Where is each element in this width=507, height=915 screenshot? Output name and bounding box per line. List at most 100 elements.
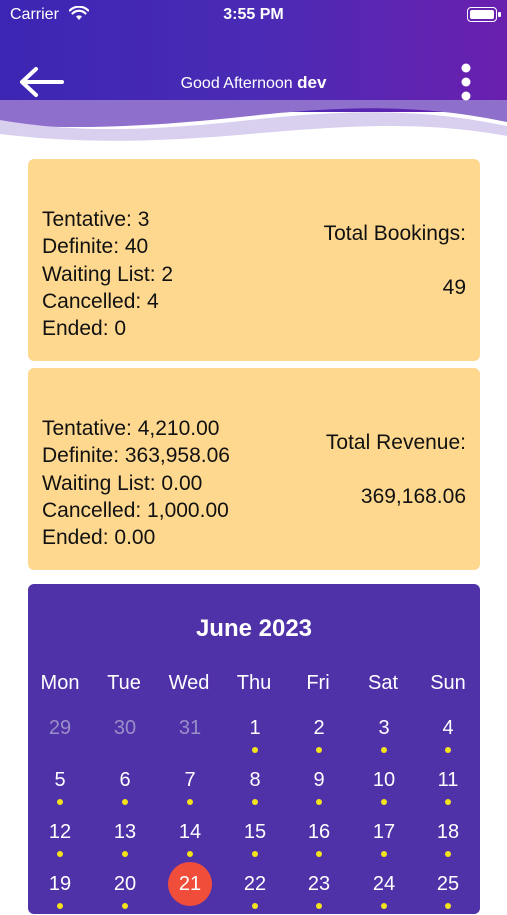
calendar-day[interactable]: 17 xyxy=(362,819,406,863)
battery-icon xyxy=(467,7,501,22)
calendar-day[interactable]: 5 xyxy=(38,767,82,811)
revenue-summary-card[interactable]: Tentative: 4,210.00 Definite: 363,958.06… xyxy=(28,368,480,570)
calendar-day[interactable]: 3 xyxy=(362,715,406,759)
bookings-waiting-list: Waiting List: 2 xyxy=(42,262,174,286)
calendar-day[interactable]: 11 xyxy=(426,767,470,811)
bookings-definite: Definite: 40 xyxy=(42,235,149,259)
calendar-day[interactable]: 2 xyxy=(297,715,341,759)
event-dot-icon xyxy=(187,851,193,857)
event-dot-icon xyxy=(445,851,451,857)
calendar-day-number: 9 xyxy=(313,769,325,791)
calendar-day[interactable]: 12 xyxy=(38,819,82,863)
calendar-day-number: 22 xyxy=(243,873,267,895)
calendar-day[interactable]: 1 xyxy=(233,715,277,759)
greeting-title: Good Afternoon dev xyxy=(0,73,507,93)
event-dot-icon xyxy=(445,903,451,909)
calendar-day-number: 7 xyxy=(184,769,196,791)
calendar-day[interactable]: 22 xyxy=(233,871,277,915)
status-time: 3:55 PM xyxy=(223,6,284,23)
calendar-day[interactable]: 25 xyxy=(426,871,470,915)
event-dot-icon xyxy=(252,747,258,753)
calendar-day-number: 14 xyxy=(178,821,202,843)
total-bookings-label: Total Bookings: xyxy=(323,222,466,245)
app-header: Carrier 3:55 PM Good Afternoon dev xyxy=(0,0,507,160)
event-dot-icon xyxy=(252,903,258,909)
event-dot-icon xyxy=(57,903,63,909)
calendar-day-number: 16 xyxy=(307,821,331,843)
calendar-day[interactable]: 8 xyxy=(233,767,277,811)
calendar-day-number: 29 xyxy=(48,717,72,739)
calendar-weekday-header: Mon Tue Wed Thu Fri Sat Sun xyxy=(28,672,480,698)
calendar-day-number: 6 xyxy=(119,769,131,791)
calendar-day[interactable]: 9 xyxy=(297,767,341,811)
event-dot-icon xyxy=(316,799,322,805)
event-dot-icon xyxy=(381,799,387,805)
status-bar: Carrier 3:55 PM xyxy=(0,0,507,32)
calendar-day[interactable]: 23 xyxy=(297,871,341,915)
bookings-tentative: Tentative: 3 xyxy=(42,208,150,231)
calendar-day-number: 1 xyxy=(249,717,261,739)
event-dot-icon xyxy=(381,903,387,909)
header-wave xyxy=(0,100,507,141)
more-menu-button[interactable] xyxy=(452,62,480,102)
calendar-day-number: 2 xyxy=(313,717,325,739)
booking-calendar: June 2023 Mon Tue Wed Thu Fri Sat Sun 29… xyxy=(28,584,480,914)
calendar-day[interactable]: 19 xyxy=(38,871,82,915)
calendar-day[interactable]: 14 xyxy=(168,819,212,863)
event-dot-icon xyxy=(122,903,128,909)
total-revenue-value: 369,168.06 xyxy=(360,485,466,508)
calendar-day[interactable]: 18 xyxy=(426,819,470,863)
calendar-day[interactable]: 29 xyxy=(38,715,82,759)
calendar-day[interactable]: 10 xyxy=(362,767,406,811)
calendar-day-number: 4 xyxy=(442,717,454,739)
weekday-label: Wed xyxy=(168,672,210,694)
event-dot-icon xyxy=(252,799,258,805)
calendar-day-number: 23 xyxy=(307,873,331,895)
revenue-cancelled: Cancelled: 1,000.00 xyxy=(42,498,229,522)
calendar-day[interactable]: 4 xyxy=(426,715,470,759)
event-dot-icon xyxy=(316,747,322,753)
calendar-day-number: 18 xyxy=(436,821,460,843)
calendar-day[interactable]: 7 xyxy=(168,767,212,811)
calendar-day[interactable]: 15 xyxy=(233,819,277,863)
calendar-day[interactable]: 31 xyxy=(168,715,212,759)
calendar-day-number: 17 xyxy=(372,821,396,843)
bookings-ended: Ended: 0 xyxy=(42,317,127,341)
weekday-label: Sat xyxy=(367,672,399,694)
calendar-day-number: 31 xyxy=(178,717,202,739)
calendar-day-number: 15 xyxy=(243,821,267,843)
revenue-definite: Definite: 363,958.06 xyxy=(42,444,230,468)
event-dot-icon xyxy=(122,851,128,857)
calendar-day[interactable]: 24 xyxy=(362,871,406,915)
calendar-day-number: 8 xyxy=(249,769,261,791)
event-dot-icon xyxy=(445,747,451,753)
weekday-label: Sun xyxy=(430,672,466,694)
calendar-day-number: 20 xyxy=(113,873,137,895)
calendar-day-number: 25 xyxy=(436,873,460,895)
calendar-day-number: 5 xyxy=(54,769,66,791)
revenue-waiting-list: Waiting List: 0.00 xyxy=(42,471,203,495)
calendar-day[interactable]: 13 xyxy=(103,819,147,863)
weekday-label: Fri xyxy=(306,672,330,694)
calendar-day-number: 10 xyxy=(372,769,396,791)
calendar-day[interactable]: 20 xyxy=(103,871,147,915)
weekday-label: Tue xyxy=(107,672,141,694)
calendar-day-number: 12 xyxy=(48,821,72,843)
revenue-ended: Ended: 0.00 xyxy=(42,526,156,550)
calendar-day-number: 24 xyxy=(372,873,396,895)
bookings-summary-card[interactable]: Tentative: 3 Definite: 40 Waiting List: … xyxy=(28,159,480,361)
bookings-breakdown: Tentative: 3 Definite: 40 Waiting List: … xyxy=(42,206,173,342)
user-name: dev xyxy=(297,73,327,92)
calendar-day-number: 21 xyxy=(168,862,212,906)
calendar-day-number: 11 xyxy=(437,769,459,791)
weekday-label: Mon xyxy=(40,672,80,694)
calendar-day[interactable]: 30 xyxy=(103,715,147,759)
calendar-month-title[interactable]: June 2023 xyxy=(28,615,480,643)
calendar-day[interactable]: 6 xyxy=(103,767,147,811)
calendar-day[interactable]: 16 xyxy=(297,819,341,863)
event-dot-icon xyxy=(122,799,128,805)
calendar-day-number: 19 xyxy=(48,873,72,895)
calendar-day-today[interactable]: 21 xyxy=(168,862,212,915)
calendar-day-number: 3 xyxy=(378,717,390,739)
bookings-cancelled: Cancelled: 4 xyxy=(42,289,159,313)
